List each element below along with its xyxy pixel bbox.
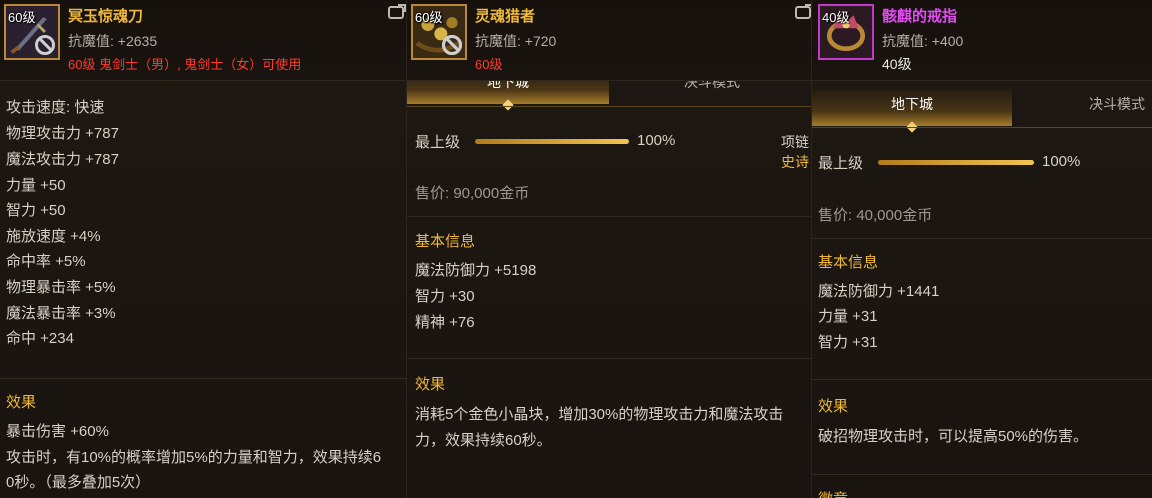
stat-line: 攻击速度: 快速 — [6, 99, 105, 116]
item-requirement: 60级 — [475, 57, 503, 72]
item-name: 灵魂猎者 — [475, 8, 536, 25]
item-icon-frame[interactable]: 60级 — [411, 4, 467, 60]
stat-line: 力量 +50 — [6, 177, 66, 194]
item-header: 40级 骸麒的戒指 抗魔值: +400 40级 — [812, 0, 1152, 81]
stat-line: 魔法防御力 +1441 — [818, 283, 940, 300]
compare-icon[interactable] — [795, 4, 813, 19]
compare-icon[interactable] — [388, 4, 406, 19]
item-tooltip-stage: 60级 冥玉惊魂刀 抗魔值: +2635 60级 鬼剑士（男）, 鬼剑士（女）可… — [0, 0, 1152, 498]
grade-label: 最上级 — [415, 134, 461, 151]
tooltip-panel-ring: 40级 骸麒的戒指 抗魔值: +400 40级 地下城 决斗模式 最上级 100… — [811, 0, 1152, 498]
stat-line: 魔法攻击力 +787 — [6, 151, 119, 168]
effect-line: 暴击伤害 +60% — [6, 423, 109, 440]
basic-info-title: 基本信息 — [818, 254, 879, 271]
item-icon-frame[interactable]: 40级 — [818, 4, 874, 60]
section-divider — [812, 474, 1152, 475]
effect-title: 效果 — [6, 394, 37, 411]
stat-line: 魔法暴击率 +3% — [6, 305, 116, 322]
item-resist: 抗魔值: +400 — [882, 33, 964, 49]
header-overlay: 60级 灵魂猎者 抗魔值: +720 60级 — [407, 0, 815, 81]
grade-bar-fill — [878, 160, 1034, 165]
tab-label: 地下城 — [891, 96, 933, 112]
effect-title: 效果 — [818, 398, 849, 415]
stat-line: 物理暴击率 +5% — [6, 279, 116, 296]
section-divider — [407, 216, 815, 217]
item-header: 60级 冥玉惊魂刀 抗魔值: +2635 60级 鬼剑士（男）, 鬼剑士（女）可… — [0, 0, 410, 81]
item-name: 冥玉惊魂刀 — [68, 8, 144, 25]
stat-line: 精神 +76 — [415, 314, 475, 331]
tab-pvp[interactable]: 决斗模式 — [1012, 90, 1152, 126]
item-type: 项链 — [781, 134, 809, 150]
effect-line: 攻击时，有10%的概率增加5%的力量和智力，效果持续6 — [6, 449, 382, 466]
stat-line: 智力 +30 — [415, 288, 475, 305]
section-divider — [812, 379, 1152, 380]
grade-value: 100% — [1042, 153, 1081, 170]
stat-line: 魔法防御力 +5198 — [415, 262, 537, 279]
item-level-tag: 60级 — [8, 10, 36, 25]
stat-line: 命中率 +5% — [6, 253, 86, 270]
grade-label: 最上级 — [818, 155, 864, 172]
item-level-tag: 40级 — [822, 10, 850, 25]
no-entry-icon — [35, 35, 55, 55]
sell-price: 售价: 90,000金币 — [415, 185, 530, 202]
item-requirement: 60级 鬼剑士（男）, 鬼剑士（女）可使用 — [68, 57, 302, 72]
tab-underline — [812, 127, 1152, 128]
stat-line: 力量 +31 — [818, 308, 878, 325]
tab-dungeon[interactable]: 地下城 — [812, 90, 1012, 133]
item-level-tag: 60级 — [415, 10, 443, 25]
sell-price: 售价: 40,000金币 — [818, 207, 933, 224]
effect-title: 效果 — [415, 376, 446, 393]
effect-line: 消耗5个金色小晶块，增加30%的物理攻击力和魔法攻击 — [415, 406, 784, 423]
stat-line: 施放速度 +4% — [6, 228, 101, 245]
tab-underline — [407, 106, 815, 107]
section-divider — [812, 238, 1152, 239]
effect-line: 破招物理攻击时，可以提高50%的伤害。 — [818, 428, 1089, 445]
stat-line: 命中 +234 — [6, 330, 74, 347]
stat-line: 物理攻击力 +787 — [6, 125, 119, 142]
grade-bar-fill — [475, 139, 629, 144]
item-resist: 抗魔值: +2635 — [68, 33, 158, 49]
item-name: 骸麒的戒指 — [882, 8, 958, 25]
no-entry-icon — [442, 35, 462, 55]
item-requirement: 40级 — [882, 56, 912, 72]
stat-line: 智力 +50 — [6, 202, 66, 219]
tooltip-panel-weapon: 60级 冥玉惊魂刀 抗魔值: +2635 60级 鬼剑士（男）, 鬼剑士（女）可… — [0, 0, 410, 498]
mode-tabs: 地下城 决斗模式 — [812, 90, 1152, 133]
item-resist: 抗魔值: +720 — [475, 33, 557, 49]
section-divider — [0, 378, 410, 379]
tab-label: 决斗模式 — [1089, 96, 1145, 112]
grade-value: 100% — [637, 132, 676, 149]
grade-bar — [878, 160, 1034, 165]
emblem-title: 徽章 — [818, 488, 848, 498]
basic-info-title: 基本信息 — [415, 233, 476, 250]
tooltip-panel-necklace: 60级 灵魂猎者 抗魔值: +720 60级 地下城 决斗模式 — [406, 0, 815, 498]
section-divider — [407, 358, 815, 359]
item-rarity: 史诗 — [781, 154, 809, 170]
effect-line: 0秒。（最多叠加5次） — [6, 474, 151, 491]
item-icon-frame[interactable]: 60级 — [4, 4, 60, 60]
tab-active-marker — [502, 99, 514, 111]
effect-line: 力，效果持续60秒。 — [415, 432, 552, 449]
stat-line: 智力 +31 — [818, 334, 878, 351]
grade-bar — [475, 139, 629, 144]
